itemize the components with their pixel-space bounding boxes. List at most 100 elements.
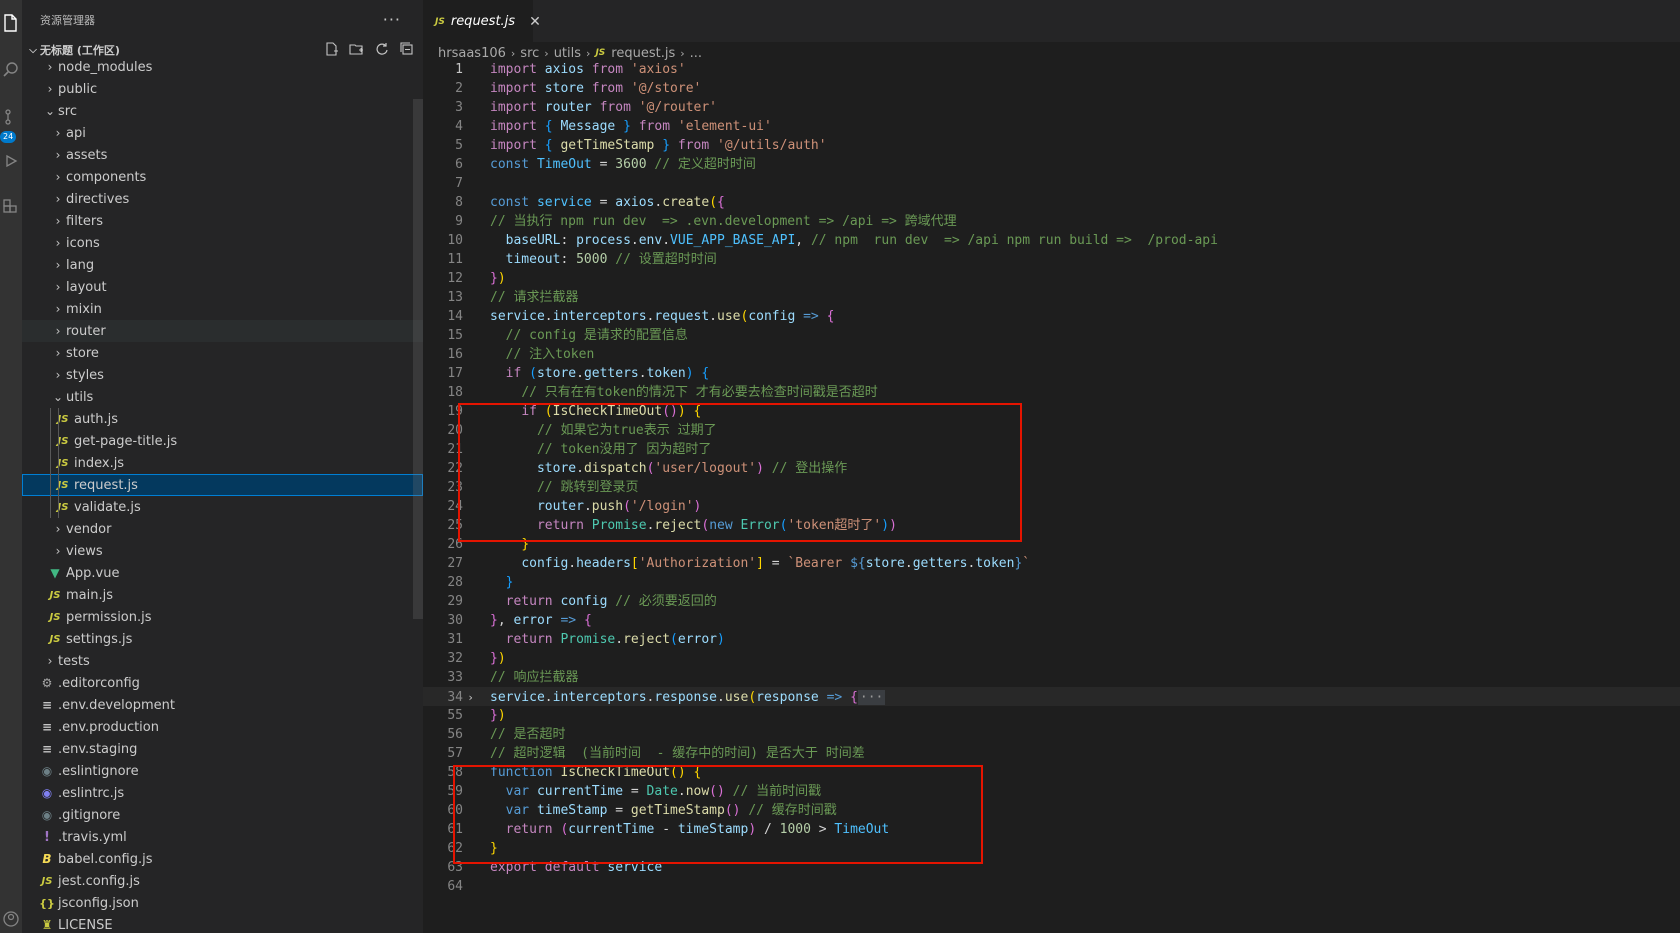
code-line[interactable]: 18 // 只有在有token的情况下 才有必要去检查时间戳是否超时 [423, 383, 1680, 402]
source-control-icon[interactable] [0, 106, 22, 128]
code-line[interactable]: 20 // 如果它为true表示 过期了 [423, 421, 1680, 440]
tree-file[interactable]: ♜ LICENSE [22, 914, 423, 933]
tree-file[interactable]: JS jest.config.js [22, 870, 423, 892]
tree-file[interactable]: ⚙ .editorconfig [22, 672, 423, 694]
tree-folder[interactable]: › filters [22, 210, 423, 232]
account-icon[interactable] [0, 908, 22, 930]
code-line[interactable]: 2 import store from '@/store' [423, 79, 1680, 98]
tree-folder[interactable]: › router [22, 320, 423, 342]
tree-folder[interactable]: ⌄ src [22, 100, 423, 122]
tree-folder[interactable]: › lang [22, 254, 423, 276]
tree-file[interactable]: JS permission.js [22, 606, 423, 628]
code-line[interactable]: 34 › service.interceptors.response.use(res… [423, 687, 1680, 706]
tree-file[interactable]: ◉ .eslintignore [22, 760, 423, 782]
code-line[interactable]: 64 [423, 877, 1680, 896]
code-line[interactable]: 9 // 当执行 npm run dev => .evn.development … [423, 212, 1680, 231]
tree-file[interactable]: JS auth.js [22, 408, 423, 430]
code-line[interactable]: 5 import { getTimeStamp } from '@/utils/a… [423, 136, 1680, 155]
tree-file[interactable]: JS get-page-title.js [22, 430, 423, 452]
tree-folder[interactable]: › views [22, 540, 423, 562]
tree-folder[interactable]: › assets [22, 144, 423, 166]
code-line[interactable]: 23 // 跳转到登录页 [423, 478, 1680, 497]
breadcrumb-item[interactable]: ... [690, 46, 702, 61]
tree-folder[interactable]: › mixin [22, 298, 423, 320]
code-line[interactable]: 57 // 超时逻辑 (当前时间 - 缓存中的时间) 是否大于 时间差 [423, 744, 1680, 763]
code-line[interactable]: 56 // 是否超时 [423, 725, 1680, 744]
tree-file[interactable]: ≡ .env.production [22, 716, 423, 738]
code-token[interactable]: ··· [857, 690, 886, 705]
tree-folder[interactable]: › components [22, 166, 423, 188]
tree-folder[interactable]: › icons [22, 232, 423, 254]
tree-file[interactable]: ! .travis.yml [22, 826, 423, 848]
code-editor[interactable]: 1 import axios from 'axios' 2 import store … [423, 60, 1680, 896]
breadcrumb-item[interactable]: src [520, 46, 539, 61]
code-line[interactable]: 15 // config 是请求的配置信息 [423, 326, 1680, 345]
code-line[interactable]: 33 // 响应拦截器 [423, 668, 1680, 687]
tree-folder[interactable]: › node_modules [22, 56, 423, 78]
code-line[interactable]: 16 // 注入token [423, 345, 1680, 364]
tree-file[interactable]: ▼ App.vue [22, 562, 423, 584]
code-line[interactable]: 31 return Promise.reject(error) [423, 630, 1680, 649]
tree-folder[interactable]: ⌄ utils [22, 386, 423, 408]
tree-folder[interactable]: › vendor [22, 518, 423, 540]
tree-file[interactable]: Bbabel.config.js [22, 848, 423, 870]
tree-folder[interactable]: › api [22, 122, 423, 144]
extensions-icon[interactable] [0, 196, 22, 218]
code-line[interactable]: 11 timeout: 5000 // 设置超时时间 [423, 250, 1680, 269]
run-debug-icon[interactable] [0, 150, 22, 172]
code-line[interactable]: 29 return config // 必须要返回的 [423, 592, 1680, 611]
files-icon[interactable] [0, 12, 22, 34]
tree-file[interactable]: ◉ .eslintrc.js [22, 782, 423, 804]
search-icon[interactable] [0, 58, 22, 80]
code-line[interactable]: 30}, error => { [423, 611, 1680, 630]
sidebar-scrollbar[interactable] [413, 99, 423, 619]
breadcrumb-item[interactable]: request.js [611, 46, 675, 61]
code-line[interactable]: 59 var currentTime = Date.now() // 当前时间戳 [423, 782, 1680, 801]
close-icon[interactable]: ✕ [529, 14, 541, 30]
tree-file[interactable]: ≡ .env.staging [22, 738, 423, 760]
tree-file[interactable]: JS index.js [22, 452, 423, 474]
code-line[interactable]: 8 const service = axios.create({ [423, 193, 1680, 212]
code-line[interactable]: 22 store.dispatch('user/logout') // 登出操作 [423, 459, 1680, 478]
code-line[interactable]: 61 return (currentTime - timeStamp) / 10… [423, 820, 1680, 839]
more-actions-icon[interactable]: ··· [383, 10, 401, 29]
tree-file[interactable]: JS validate.js [22, 496, 423, 518]
code-line[interactable]: 24 router.push('/login') [423, 497, 1680, 516]
tab-request-js[interactable]: JS request.js ✕ [423, 0, 541, 42]
code-line[interactable]: 3 import router from '@/router' [423, 98, 1680, 117]
tree-file[interactable]: JS settings.js [22, 628, 423, 650]
code-line[interactable]: 25 return Promise.reject(new Error('toke… [423, 516, 1680, 535]
breadcrumb-item[interactable]: utils [554, 46, 581, 61]
tree-file[interactable]: JS main.js [22, 584, 423, 606]
code-line[interactable]: 17 if (store.getters.token) { [423, 364, 1680, 383]
code-line[interactable]: 4 import { Message } from 'element-ui' [423, 117, 1680, 136]
tree-file[interactable]: ◉ .gitignore [22, 804, 423, 826]
tree-folder[interactable]: › layout [22, 276, 423, 298]
code-line[interactable]: 58 function IsCheckTimeOut() { [423, 763, 1680, 782]
tree-file[interactable]: ≡ .env.development [22, 694, 423, 716]
code-line[interactable]: 6 const TimeOut = 3600 // 定义超时时间 [423, 155, 1680, 174]
code-line[interactable]: 26 } [423, 535, 1680, 554]
code-line[interactable]: 12}) [423, 269, 1680, 288]
code-line[interactable]: 10 baseURL: process.env.VUE_APP_BASE_API… [423, 231, 1680, 250]
tree-file[interactable]: JS request.js [22, 474, 423, 496]
breadcrumb-item[interactable]: hrsaas106 [438, 46, 506, 61]
tree-folder[interactable]: › styles [22, 364, 423, 386]
code-line[interactable]: 27 config.headers['Authorization'] = `Be… [423, 554, 1680, 573]
code-line[interactable]: 55}) [423, 706, 1680, 725]
code-line[interactable]: 62} [423, 839, 1680, 858]
tree-folder[interactable]: › public [22, 78, 423, 100]
fold-chevron-icon[interactable]: › [463, 688, 478, 706]
code-line[interactable]: 1 import axios from 'axios' [423, 60, 1680, 79]
tree-folder[interactable]: › tests [22, 650, 423, 672]
code-line[interactable]: 14 service.interceptors.request.use(confi… [423, 307, 1680, 326]
code-line[interactable]: 21 // token没用了 因为超时了 [423, 440, 1680, 459]
tree-folder[interactable]: › store [22, 342, 423, 364]
tree-file[interactable]: {} jsconfig.json [22, 892, 423, 914]
code-line[interactable]: 32}) [423, 649, 1680, 668]
tree-folder[interactable]: › directives [22, 188, 423, 210]
code-line[interactable]: 63 export default service [423, 858, 1680, 877]
code-line[interactable]: 60 var timeStamp = getTimeStamp() // 缓存时… [423, 801, 1680, 820]
code-line[interactable]: 19 if (IsCheckTimeOut()) { [423, 402, 1680, 421]
code-line[interactable]: 7 [423, 174, 1680, 193]
